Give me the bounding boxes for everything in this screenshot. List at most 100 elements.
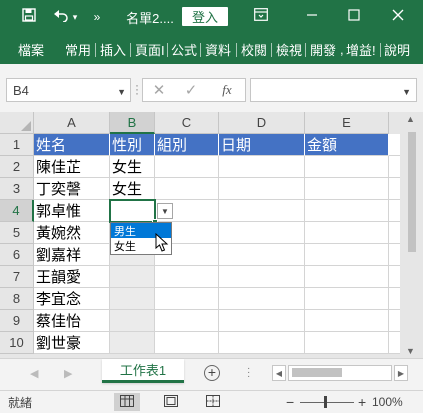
scroll-left-icon[interactable]: ◀ bbox=[272, 365, 286, 381]
cell-a10[interactable]: 劉世豪 bbox=[34, 332, 110, 354]
cell-c10[interactable] bbox=[155, 332, 219, 354]
cell-f5[interactable] bbox=[389, 222, 400, 244]
sheet-tab-1[interactable]: 工作表1 bbox=[102, 359, 184, 383]
cell-e2[interactable] bbox=[305, 156, 389, 178]
cell-f8[interactable] bbox=[389, 288, 400, 310]
cell-d4[interactable] bbox=[219, 200, 305, 222]
row-header-6[interactable]: 6 bbox=[0, 244, 34, 266]
column-header-d[interactable]: D bbox=[219, 112, 305, 134]
validation-dropdown-button[interactable]: ▼ bbox=[157, 203, 173, 219]
cell-e4[interactable] bbox=[305, 200, 389, 222]
cell-a3[interactable]: 丁奕謦 bbox=[34, 178, 110, 200]
cell-e8[interactable] bbox=[305, 288, 389, 310]
more-commands-button[interactable]: » bbox=[88, 0, 106, 34]
row-header-9[interactable]: 9 bbox=[0, 310, 34, 332]
scroll-up-icon[interactable]: ▲ bbox=[406, 114, 415, 124]
row-header-10[interactable]: 10 bbox=[0, 332, 34, 354]
scroll-right-icon[interactable]: ▶ bbox=[394, 365, 408, 381]
cell-d9[interactable] bbox=[219, 310, 305, 332]
maximize-button[interactable] bbox=[342, 0, 366, 34]
cell-c9[interactable] bbox=[155, 310, 219, 332]
minimize-button[interactable] bbox=[300, 0, 324, 34]
cell-b10[interactable] bbox=[110, 332, 155, 354]
cell-f7[interactable] bbox=[389, 266, 400, 288]
formula-input[interactable]: ▼ bbox=[250, 78, 417, 102]
tab-file[interactable]: 檔案 bbox=[18, 34, 44, 64]
cell-e10[interactable] bbox=[305, 332, 389, 354]
cell-f6[interactable] bbox=[389, 244, 400, 266]
cell-b1[interactable]: 性別 bbox=[110, 134, 155, 156]
cell-e9[interactable] bbox=[305, 310, 389, 332]
add-sheet-button[interactable]: + bbox=[204, 365, 220, 381]
chevron-down-icon[interactable]: ▼ bbox=[117, 87, 126, 97]
tab-insert[interactable]: 插入 bbox=[100, 34, 126, 64]
vertical-scrollbar[interactable]: ▲ ▼ bbox=[400, 112, 423, 358]
cell-c3[interactable] bbox=[155, 178, 219, 200]
tab-formulas[interactable]: 公式 bbox=[171, 34, 197, 64]
cell-b7[interactable] bbox=[110, 266, 155, 288]
zoom-out-button[interactable]: − bbox=[286, 391, 294, 413]
select-all-button[interactable] bbox=[0, 112, 34, 134]
cell-f10[interactable] bbox=[389, 332, 400, 354]
cell-d1[interactable]: 日期 bbox=[219, 134, 305, 156]
tab-add-ins[interactable]: 增益! bbox=[346, 34, 380, 64]
cell-e3[interactable] bbox=[305, 178, 389, 200]
prev-sheet-icon[interactable]: ◀ bbox=[30, 367, 38, 380]
cell-e1[interactable]: 金額 bbox=[305, 134, 389, 156]
cell-e7[interactable] bbox=[305, 266, 389, 288]
cell-d2[interactable] bbox=[219, 156, 305, 178]
zoom-in-button[interactable]: + bbox=[358, 391, 366, 413]
page-break-view-button[interactable] bbox=[200, 393, 226, 411]
vertical-scroll-thumb[interactable] bbox=[408, 132, 416, 252]
row-header-1[interactable]: 1 bbox=[0, 134, 34, 156]
cell-a1[interactable]: 姓名 bbox=[34, 134, 110, 156]
cell-a7[interactable]: 王韻愛 bbox=[34, 266, 110, 288]
ribbon-display-options-button[interactable] bbox=[250, 0, 272, 34]
cell-b3[interactable]: 女生 bbox=[110, 178, 155, 200]
column-header-e[interactable]: E bbox=[305, 112, 389, 134]
horizontal-scroll-thumb[interactable] bbox=[292, 368, 342, 377]
tab-data[interactable]: 資料 bbox=[205, 34, 231, 64]
cell-d10[interactable] bbox=[219, 332, 305, 354]
cell-c8[interactable] bbox=[155, 288, 219, 310]
row-header-2[interactable]: 2 bbox=[0, 156, 34, 178]
tab-developer[interactable]: 開發 bbox=[310, 34, 340, 64]
page-layout-view-button[interactable] bbox=[158, 393, 184, 411]
tab-help[interactable]: 說明 bbox=[384, 34, 419, 64]
cell-f3[interactable] bbox=[389, 178, 400, 200]
cell-a9[interactable]: 蔡佳怡 bbox=[34, 310, 110, 332]
cell-a6[interactable]: 劉嘉祥 bbox=[34, 244, 110, 266]
save-button[interactable] bbox=[18, 0, 40, 34]
undo-button[interactable] bbox=[50, 0, 72, 34]
tab-splitter-handle[interactable]: · · · bbox=[247, 364, 250, 382]
zoom-level[interactable]: 100% bbox=[372, 391, 403, 413]
cell-b8[interactable] bbox=[110, 288, 155, 310]
cell-c1[interactable]: 組別 bbox=[155, 134, 219, 156]
cell-a4[interactable]: 郭卓惟 bbox=[34, 200, 110, 222]
cell-c2[interactable] bbox=[155, 156, 219, 178]
row-header-5[interactable]: 5 bbox=[0, 222, 34, 244]
row-header-4[interactable]: 4 bbox=[0, 200, 34, 222]
cell-f2[interactable] bbox=[389, 156, 400, 178]
undo-dropdown-button[interactable]: ▾ bbox=[70, 0, 80, 34]
row-header-8[interactable]: 8 bbox=[0, 288, 34, 310]
cell-f4[interactable] bbox=[389, 200, 400, 222]
tab-view[interactable]: 檢視 bbox=[276, 34, 302, 64]
row-header-7[interactable]: 7 bbox=[0, 266, 34, 288]
name-box[interactable]: B4 ▼ bbox=[6, 78, 131, 102]
cell-f1[interactable] bbox=[389, 134, 400, 156]
cell-a2[interactable]: 陳佳芷 bbox=[34, 156, 110, 178]
next-sheet-icon[interactable]: ▶ bbox=[64, 367, 72, 380]
cell-c7[interactable] bbox=[155, 266, 219, 288]
login-button[interactable]: 登入 bbox=[182, 7, 228, 26]
column-header-c[interactable]: C bbox=[155, 112, 219, 134]
tab-home[interactable]: 常用 bbox=[65, 34, 91, 64]
cell-d8[interactable] bbox=[219, 288, 305, 310]
tab-review[interactable]: 校閱 bbox=[241, 34, 267, 64]
zoom-slider-thumb[interactable] bbox=[324, 396, 327, 408]
scroll-down-icon[interactable]: ▼ bbox=[406, 346, 415, 356]
cell-a5[interactable]: 黃婉然 bbox=[34, 222, 110, 244]
formula-bar-resize-handle[interactable]: · · · bbox=[134, 79, 140, 99]
insert-function-button[interactable]: fx bbox=[215, 79, 239, 101]
close-button[interactable] bbox=[386, 0, 410, 34]
